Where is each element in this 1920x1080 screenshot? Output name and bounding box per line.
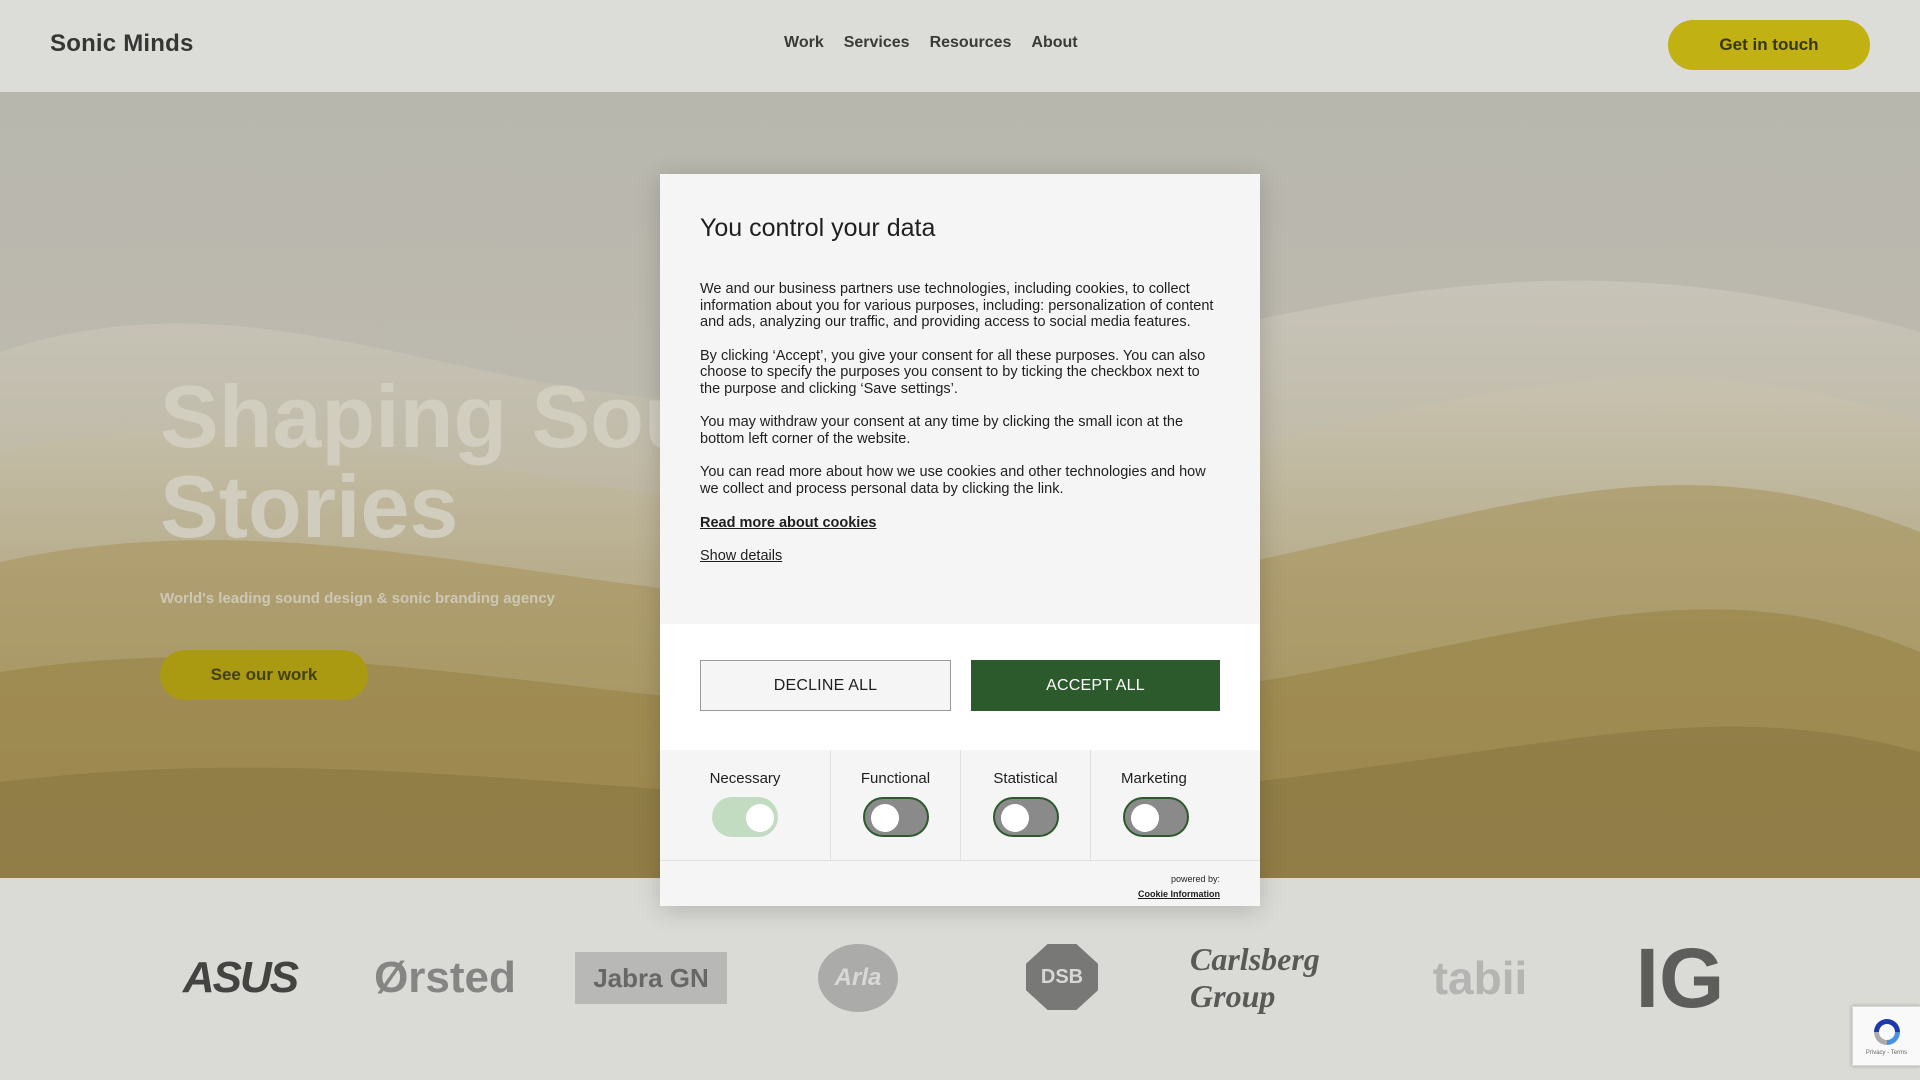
marketing-toggle[interactable] [1123,797,1189,837]
cookie-dialog-body: You control your data We and our busines… [700,214,1220,564]
decline-all-button[interactable]: DECLINE ALL [700,660,951,711]
category-label: Necessary [709,770,781,787]
recaptcha-badge[interactable]: Privacy - Terms [1852,1006,1920,1066]
cookie-text-3: You may withdraw your consent at any tim… [700,414,1184,447]
read-more-cookies-link[interactable]: Read more about cookies [700,515,876,531]
necessary-toggle [712,797,778,837]
toggle-knob [870,804,899,832]
toggle-knob [1131,804,1159,832]
cookie-information-link[interactable]: Cookie Information [1138,889,1220,899]
consent-categories: Necessary Functional Statistical Marketi… [660,750,1260,861]
recaptcha-icon [1873,1019,1900,1045]
toggle-knob [746,804,774,832]
category-statistical: Statistical [960,750,1090,861]
cookie-text-2: By clicking ‘Accept’, you give your cons… [700,347,1206,397]
accept-all-button[interactable]: ACCEPT ALL [971,660,1220,711]
powered-by: powered by: Cookie Information [1138,874,1220,902]
cookie-dialog-title: You control your data [700,214,936,242]
category-necessary: Necessary [660,750,830,861]
statistical-toggle[interactable] [992,797,1059,837]
category-label: Functional [860,770,931,787]
category-marketing: Marketing [1090,750,1260,861]
powered-by-label: powered by: [1170,874,1220,884]
recaptcha-terms[interactable]: Privacy - Terms [1866,1050,1907,1056]
show-details-link[interactable]: Show details [700,548,1220,564]
cookie-text-1: We and our business partners use technol… [700,281,1214,330]
consent-button-row: DECLINE ALL ACCEPT ALL [660,624,1260,750]
toggle-knob [1000,804,1029,832]
cookie-consent-dialog: You control your data We and our busines… [660,174,1260,906]
category-label: Marketing [1121,770,1187,787]
functional-toggle[interactable] [862,797,929,837]
category-label: Statistical [993,770,1058,787]
category-functional: Functional [830,750,960,861]
cookie-text-4: You can read more about how we use cooki… [700,464,1206,497]
